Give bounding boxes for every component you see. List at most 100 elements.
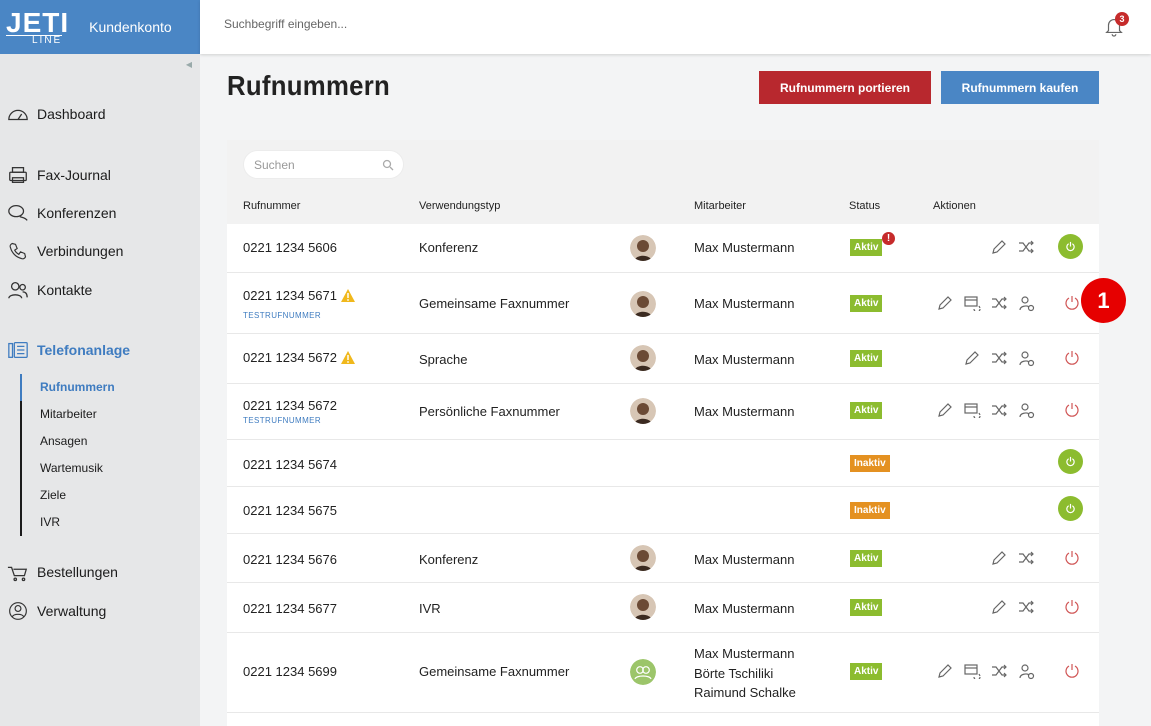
- sidebar-item-bestellungen[interactable]: Bestellungen: [7, 561, 118, 583]
- power-on-button[interactable]: [1058, 449, 1083, 474]
- power-on-button[interactable]: [1058, 234, 1083, 259]
- conference-icon: [7, 202, 29, 224]
- numbers-table: Suchen Rufnummer Verwendungstyp Mitarbei…: [227, 140, 1099, 726]
- edit-icon[interactable]: [936, 401, 954, 419]
- power-off-button[interactable]: [1064, 599, 1080, 615]
- power-off-button[interactable]: [1064, 550, 1080, 566]
- table-row[interactable]: 0221 1234 5676 Konferenz Max Mustermann …: [227, 534, 1099, 583]
- power-off-button[interactable]: [1064, 663, 1080, 679]
- column-header-type[interactable]: Verwendungstyp: [419, 200, 500, 212]
- edit-icon[interactable]: [990, 238, 1008, 256]
- fax-forward-icon[interactable]: [963, 294, 981, 312]
- fax-forward-icon[interactable]: [963, 662, 981, 680]
- table-row[interactable]: 0221 1234 5674 Inaktiv: [227, 440, 1099, 487]
- port-numbers-button[interactable]: Rufnummern portieren: [759, 71, 931, 104]
- column-header-number[interactable]: Rufnummer: [243, 200, 300, 212]
- user-circle-icon: [7, 600, 29, 622]
- sidebar-item-konferenzen[interactable]: Konferenzen: [7, 202, 116, 224]
- subnav-item-wartemusik[interactable]: Wartemusik: [22, 455, 170, 482]
- status-badge: Aktiv: [850, 663, 883, 680]
- sidebar: ◀ Dashboard Fax-Journal Konferenzen Verb…: [0, 54, 200, 726]
- status-badge: Inaktiv: [850, 502, 890, 519]
- subnav-item-mitarbeiter[interactable]: Mitarbeiter: [22, 401, 170, 428]
- sidebar-item-dashboard[interactable]: Dashboard: [7, 103, 106, 125]
- notification-badge: 3: [1115, 12, 1129, 26]
- column-header-actions: Aktionen: [933, 200, 976, 212]
- table-search-input[interactable]: Suchen: [243, 150, 404, 179]
- shuffle-icon[interactable]: [1017, 238, 1035, 256]
- employee-list: Max Mustermann Börte Tschiliki Raimund S…: [694, 646, 796, 700]
- avatar: [630, 594, 656, 620]
- fax-icon: [7, 164, 29, 186]
- avatar: [630, 291, 656, 317]
- subnav-item-ivr[interactable]: IVR: [22, 509, 170, 536]
- alert-icon: !: [882, 232, 895, 245]
- power-off-button[interactable]: [1064, 350, 1080, 366]
- logo-area[interactable]: JETI LINE Kundenkonto: [0, 0, 200, 54]
- shuffle-icon[interactable]: [990, 349, 1008, 367]
- power-off-button[interactable]: [1064, 402, 1080, 418]
- warning-icon: [340, 289, 355, 302]
- active-indicator: [20, 374, 22, 401]
- user-settings-icon[interactable]: [1017, 294, 1035, 312]
- phone-icon: [7, 240, 29, 262]
- group-avatar: [630, 659, 656, 685]
- status-badge: Inaktiv: [850, 455, 890, 472]
- user-settings-icon[interactable]: [1017, 662, 1035, 680]
- cart-icon: [7, 561, 29, 583]
- column-header-status[interactable]: Status: [849, 200, 880, 212]
- page-title: Rufnummern: [227, 70, 391, 101]
- sidebar-item-kontakte[interactable]: Kontakte: [7, 279, 92, 301]
- sidebar-item-verwaltung[interactable]: Verwaltung: [7, 600, 106, 622]
- table-row[interactable]: 0221 1234 5677 IVR Max Mustermann Aktiv: [227, 583, 1099, 633]
- status-badge: Aktiv: [850, 402, 883, 419]
- logo: JETI LINE: [6, 6, 70, 46]
- account-label: Kundenkonto: [89, 19, 172, 35]
- shuffle-icon[interactable]: [990, 662, 1008, 680]
- sidebar-item-telefonanlage[interactable]: Telefonanlage: [7, 339, 130, 361]
- search-icon: [382, 159, 394, 171]
- pbx-icon: [7, 339, 29, 361]
- subnav-item-rufnummern[interactable]: Rufnummern: [22, 374, 170, 401]
- table-row[interactable]: 0221 1234 5699 Gemeinsame Faxnummer Max …: [227, 633, 1099, 713]
- power-on-button[interactable]: [1058, 496, 1083, 521]
- edit-icon[interactable]: [990, 598, 1008, 616]
- avatar: [630, 398, 656, 424]
- telefonanlage-subnav: Rufnummern Mitarbeiter Ansagen Wartemusi…: [20, 374, 170, 536]
- table-row[interactable]: 0221 1234 5671 TESTRUFNUMMER Gemeinsame …: [227, 273, 1099, 334]
- edit-icon[interactable]: [963, 349, 981, 367]
- table-row[interactable]: 0221 1234 5675 Inaktiv: [227, 487, 1099, 534]
- status-badge: Aktiv: [850, 295, 883, 312]
- avatar: [630, 545, 656, 571]
- sidebar-item-verbindungen[interactable]: Verbindungen: [7, 240, 123, 262]
- shuffle-icon[interactable]: [990, 294, 1008, 312]
- edit-icon[interactable]: [936, 662, 954, 680]
- subnav-item-ansagen[interactable]: Ansagen: [22, 428, 170, 455]
- test-number-label: TESTRUFNUMMER: [243, 416, 322, 425]
- avatar: [630, 345, 656, 371]
- user-settings-icon[interactable]: [1017, 349, 1035, 367]
- status-badge: Aktiv: [850, 239, 883, 256]
- shuffle-icon[interactable]: [1017, 598, 1035, 616]
- annotation-callout: 1: [1081, 278, 1126, 323]
- edit-icon[interactable]: [990, 549, 1008, 567]
- table-header: Suchen Rufnummer Verwendungstyp Mitarbei…: [227, 140, 1099, 224]
- collapse-icon[interactable]: ◀: [186, 60, 192, 69]
- buy-numbers-button[interactable]: Rufnummern kaufen: [941, 71, 1099, 104]
- contacts-icon: [7, 279, 29, 301]
- table-row[interactable]: 0221 1234 5606 Konferenz Max Mustermann …: [227, 224, 1099, 273]
- dashboard-icon: [7, 103, 29, 125]
- shuffle-icon[interactable]: [990, 401, 1008, 419]
- subnav-item-ziele[interactable]: Ziele: [22, 482, 170, 509]
- sidebar-item-fax-journal[interactable]: Fax-Journal: [7, 164, 111, 186]
- table-row[interactable]: 0221 1234 5672 TESTRUFNUMMER Persönliche…: [227, 384, 1099, 440]
- status-badge: Aktiv: [850, 550, 883, 567]
- column-header-employee[interactable]: Mitarbeiter: [694, 200, 746, 212]
- edit-icon[interactable]: [936, 294, 954, 312]
- table-row[interactable]: 0221 1234 5672 Sprache Max Mustermann Ak…: [227, 334, 1099, 384]
- fax-forward-icon[interactable]: [963, 401, 981, 419]
- user-settings-icon[interactable]: [1017, 401, 1035, 419]
- power-off-button[interactable]: [1064, 295, 1080, 311]
- global-search-input[interactable]: Suchbegriff eingeben...: [224, 17, 347, 31]
- shuffle-icon[interactable]: [1017, 549, 1035, 567]
